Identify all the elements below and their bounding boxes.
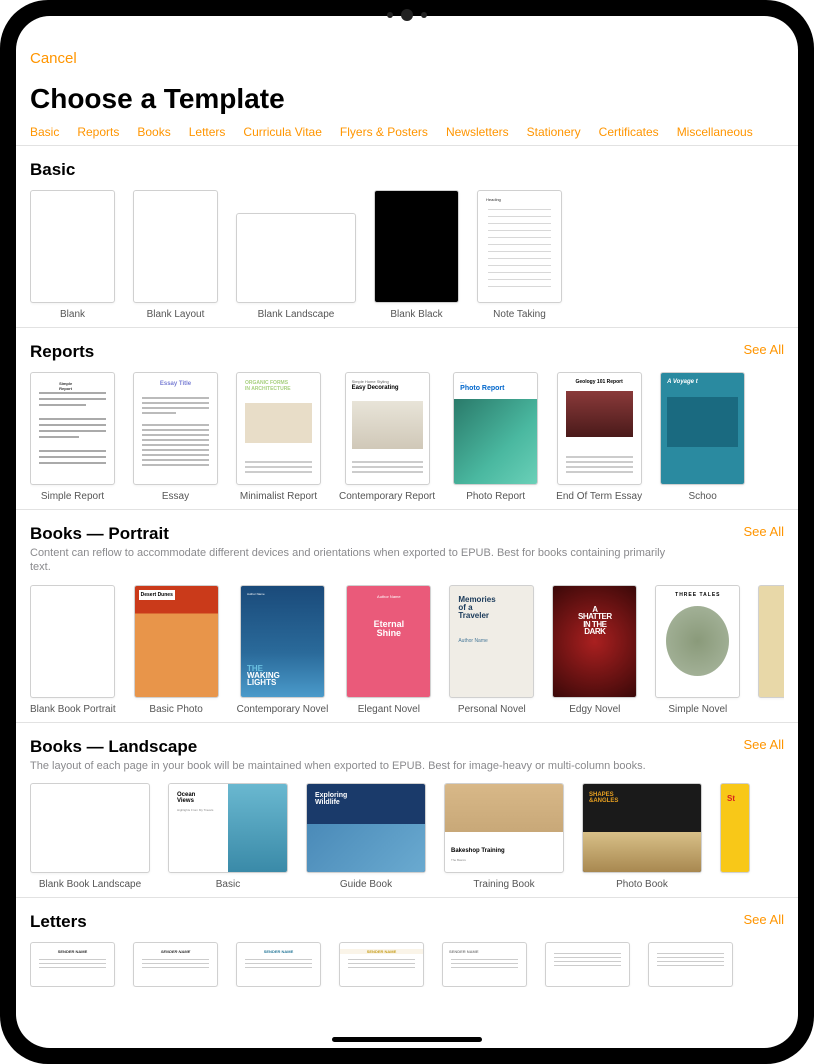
template-label: End Of Term Essay [556,491,642,503]
template-blank-layout[interactable] [133,190,218,303]
template-label: Contemporary Report [339,491,435,503]
template-letter-6[interactable] [545,942,630,987]
template-blank-black[interactable] [374,190,459,303]
section-books-landscape: Books — Landscape The layout of each pag… [30,737,784,891]
see-all-button[interactable]: See All [744,524,784,539]
template-photo-book[interactable]: SHAPES&ANGLES [582,783,702,873]
tab-newsletters[interactable]: Newsletters [446,125,509,139]
template-basic-photo[interactable]: Desert Dunes [134,585,219,698]
section-title: Books — Landscape [30,737,646,757]
template-simple-report[interactable]: Simple Report [30,372,115,485]
template-letter-7[interactable] [648,942,733,987]
template-more-landscape[interactable]: St [720,783,750,873]
template-label: Training Book [473,879,534,891]
template-elegant-novel[interactable]: Author NameEternalShine [346,585,431,698]
section-title: Books — Portrait [30,524,670,544]
template-label: Contemporary Novel [237,704,329,716]
template-letter-1[interactable]: SENDER NAME [30,942,115,987]
home-indicator[interactable] [332,1037,482,1042]
template-label: Simple Novel [668,704,727,716]
screen: Cancel Choose a Template Basic Reports B… [16,16,798,1048]
template-blank-book-landscape[interactable] [30,783,150,873]
template-label: Elegant Novel [358,704,420,716]
section-letters: Letters See All SENDER NAME SENDER NAME … [30,912,784,987]
section-description: The layout of each page in your book wil… [30,759,646,773]
divider [16,145,798,146]
tab-cv[interactable]: Curricula Vitae [243,125,321,139]
section-title: Reports [30,342,94,362]
template-contemporary-report[interactable]: Simple Home StylingEasy Decorating [345,372,430,485]
template-label: Minimalist Report [240,491,317,503]
template-blank[interactable] [30,190,115,303]
template-label: Photo Report [466,491,525,503]
tab-books[interactable]: Books [137,125,170,139]
tab-stationery[interactable]: Stationery [527,125,581,139]
template-label: Note Taking [493,309,546,321]
see-all-button[interactable]: See All [744,737,784,752]
template-blank-book-portrait[interactable] [30,585,115,698]
section-reports: Reports See All Simple Report Simple Rep… [30,342,784,503]
ipad-frame: Cancel Choose a Template Basic Reports B… [0,0,814,1064]
section-title: Letters [30,912,87,932]
see-all-button[interactable]: See All [744,912,784,927]
template-note-taking[interactable]: Heading [477,190,562,303]
template-blank-landscape[interactable] [236,213,356,303]
tab-basic[interactable]: Basic [30,125,59,139]
template-contemporary-novel[interactable]: Author NameTHEWAKINGLIGHTS [240,585,325,698]
section-books-portrait: Books — Portrait Content can reflow to a… [30,524,784,716]
template-letter-4[interactable]: SENDER NAME [339,942,424,987]
camera-notch [352,6,462,24]
template-letter-2[interactable]: SENDER NAME [133,942,218,987]
cancel-button[interactable]: Cancel [30,50,784,67]
tab-flyers[interactable]: Flyers & Posters [340,125,428,139]
section-title: Basic [30,160,75,180]
template-letter-3[interactable]: SENDER NAME [236,942,321,987]
section-description: Content can reflow to accommodate differ… [30,546,670,575]
template-essay[interactable]: Essay Title [133,372,218,485]
divider [16,722,798,723]
template-label: Blank Book Landscape [39,879,141,891]
template-label: Blank Black [390,309,442,321]
header: Cancel Choose a Template Basic Reports B… [30,16,784,139]
divider [16,327,798,328]
template-label: Personal Novel [458,704,526,716]
tab-certificates[interactable]: Certificates [599,125,659,139]
template-personal-novel[interactable]: Memoriesof aTravelerAuthor Name [449,585,534,698]
template-label: Schoo [688,491,716,503]
template-letter-5[interactable]: SENDER NAME [442,942,527,987]
template-label: Blank Book Portrait [30,704,116,716]
tab-reports[interactable]: Reports [77,125,119,139]
template-label: Simple Report [41,491,104,503]
template-basic-landscape[interactable]: OceanViewsHighlights From My Travels [168,783,288,873]
template-label: Blank Layout [147,309,205,321]
template-label: Photo Book [616,879,668,891]
template-edgy-novel[interactable]: ASHATTERIN THEDARK [552,585,637,698]
template-label: Basic Photo [149,704,202,716]
see-all-button[interactable]: See All [744,342,784,357]
tab-misc[interactable]: Miscellaneous [677,125,753,139]
template-more[interactable] [758,585,784,698]
template-label: Essay [162,491,189,503]
template-label: Blank [60,309,85,321]
template-label: Guide Book [340,879,392,891]
template-guide-book[interactable]: ExploringWildlife [306,783,426,873]
template-training-book[interactable]: Bakeshop TrainingThe Basics [444,783,564,873]
template-photo-report[interactable]: —Photo Report [453,372,538,485]
section-basic: Basic Blank Blank Layout Blank Landscape [30,160,784,321]
divider [16,509,798,510]
template-label: Blank Landscape [258,309,335,321]
template-school-report[interactable]: A Voyage t [660,372,745,485]
template-label: Basic [216,879,240,891]
template-end-of-term-essay[interactable]: Geology 101 Report [557,372,642,485]
template-simple-novel[interactable]: THREE TALES [655,585,740,698]
category-tabs: Basic Reports Books Letters Curricula Vi… [30,125,784,139]
template-label: Edgy Novel [569,704,620,716]
tab-letters[interactable]: Letters [189,125,226,139]
page-title: Choose a Template [30,83,784,115]
divider [16,897,798,898]
template-minimalist-report[interactable]: ORGANIC FORMSIN ARCHITECTURE [236,372,321,485]
